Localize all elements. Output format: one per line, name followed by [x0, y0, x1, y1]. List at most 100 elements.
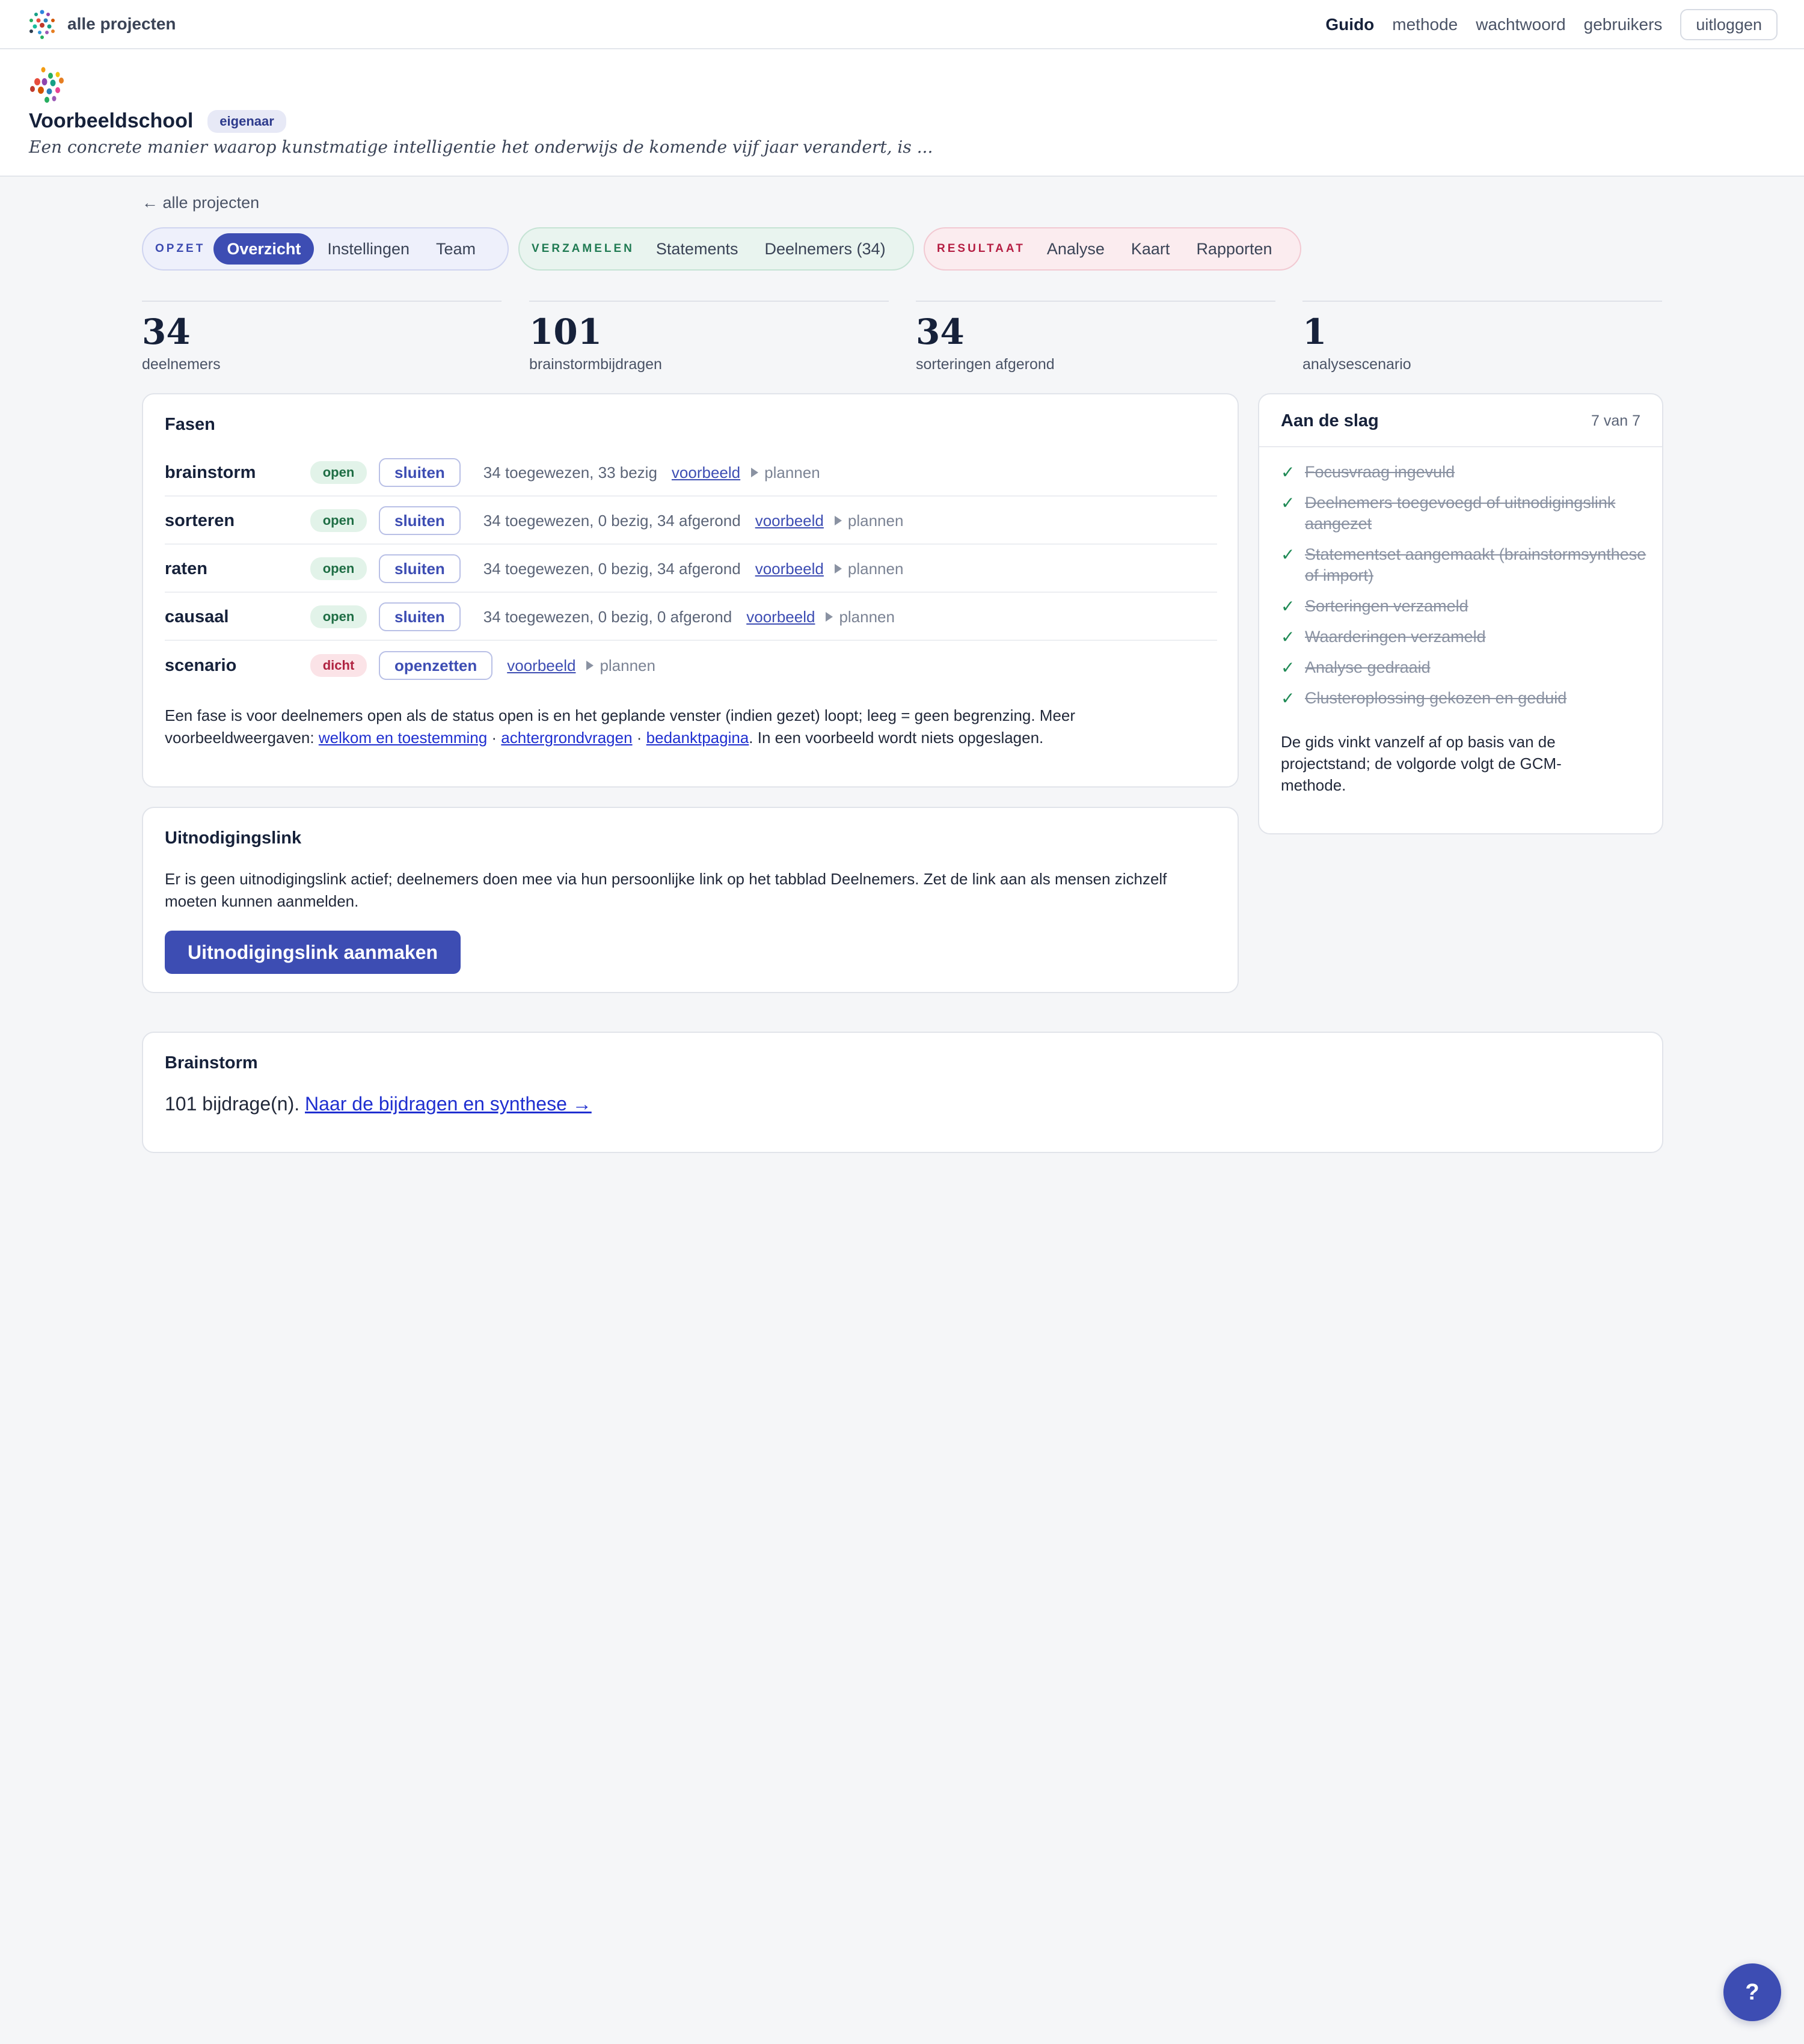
phase-progress-info: 34 toegewezen, 33 bezig [483, 463, 657, 482]
phase-name: scenario [165, 655, 237, 675]
guide-item-label: Analyse gedraaid [1305, 658, 1431, 676]
phase-status-badge: dicht [310, 654, 367, 677]
phase-row-brainstorm: brainstorm open sluiten 34 toegewezen, 3… [165, 450, 1217, 497]
phase-name: brainstorm [165, 462, 256, 482]
phase-preview-link[interactable]: voorbeeld [755, 512, 824, 530]
guide-checklist: ✓ Focusvraag ingevuld ✓ Deelnemers toegevo… [1281, 462, 1648, 718]
stat-value: 101 [529, 311, 603, 352]
phase-row-sorteren: sorteren open sluiten 34 toegewezen, 0 b… [165, 498, 1217, 545]
guide-item: ✓ Statementset aangemaakt (brainstormsynt… [1281, 544, 1648, 586]
disclosure-triangle-icon [834, 516, 842, 525]
top-navigation: alle projecten Guido methode wachtwoord … [0, 0, 1804, 49]
guide-item-label: Sorteringen verzameld [1305, 597, 1468, 615]
guide-item: ✓ Sorteringen verzameld [1281, 596, 1648, 617]
create-invite-link-button[interactable]: Uitnodigingslink aanmaken [165, 931, 461, 974]
help-button[interactable]: ? [1723, 1963, 1781, 2021]
phase-status-badge: open [310, 509, 367, 532]
tabgroup-resultaat: RESULTAAT Analyse Kaart Rapporten [924, 227, 1301, 271]
check-icon: ✓ [1281, 689, 1295, 708]
logout-button[interactable]: uitloggen [1680, 9, 1778, 40]
phase-plan-toggle[interactable]: plannen [586, 656, 655, 675]
guide-note: De gids vinkt vanzelf af op basis van de… [1281, 733, 1562, 794]
tab-overzicht[interactable]: Overzicht [213, 233, 314, 265]
disclosure-triangle-icon [751, 468, 759, 477]
check-icon: ✓ [1281, 463, 1295, 482]
guide-item-label: Statementset aangemaakt (brainstormsynth… [1305, 545, 1646, 584]
phase-plan-label: plannen [600, 656, 655, 675]
tab-team[interactable]: Team [423, 233, 489, 265]
tab-kaart[interactable]: Kaart [1118, 233, 1183, 265]
phase-open-button[interactable]: openzetten [379, 651, 493, 680]
note-separator: · [487, 729, 502, 747]
back-to-projects-link[interactable]: ← alle projecten [142, 194, 259, 212]
project-title: Voorbeeldschool [29, 109, 194, 132]
tabgroup-opzet: OPZET Overzicht Instellingen Team [142, 227, 509, 271]
phase-name: sorteren [165, 510, 235, 530]
focus-question: Een concrete manier waarop kunstmatige i… [29, 137, 933, 157]
nav-link-wachtwoord[interactable]: wachtwoord [1476, 15, 1565, 34]
note-separator: · [632, 729, 646, 747]
brand-logo-icon [29, 10, 55, 39]
phase-plan-toggle[interactable]: plannen [751, 464, 820, 482]
phase-status-badge: open [310, 557, 367, 580]
check-icon: ✓ [1281, 597, 1295, 616]
phase-plan-toggle[interactable]: plannen [834, 511, 904, 530]
tab-instellingen[interactable]: Instellingen [314, 233, 423, 265]
guide-item-label: Clusteroplossing gekozen en geduid [1305, 689, 1567, 707]
brand-label: alle projecten [67, 14, 176, 33]
phase-plan-toggle[interactable]: plannen [834, 559, 904, 578]
tabgroup-label-opzet: OPZET [155, 242, 206, 255]
invite-link-card: Uitnodigingslink Er is geen uitnodigings… [142, 807, 1239, 993]
phases-note: Een fase is voor deelnemers open als de … [165, 705, 1223, 749]
tab-rapporten[interactable]: Rapporten [1183, 233, 1285, 265]
guide-progress-count: 7 van 7 [1591, 412, 1640, 429]
guide-item: ✓ Waarderingen verzameld [1281, 626, 1648, 647]
tab-deelnemers[interactable]: Deelnemers (34) [751, 233, 898, 265]
brainstorm-title: Brainstorm [165, 1053, 258, 1072]
guide-header: Aan de slag 7 van 7 [1259, 394, 1662, 447]
brainstorm-count: 101 bijdrage(n). [165, 1093, 305, 1115]
phase-row-raten: raten open sluiten 34 toegewezen, 0 bezi… [165, 546, 1217, 593]
phase-plan-toggle[interactable]: plannen [826, 608, 895, 626]
stat-label: brainstormbijdragen [529, 356, 662, 373]
brand-home-link[interactable]: alle projecten [26, 7, 176, 41]
brainstorm-summary: 101 bijdrage(n). Naar de bijdragen en sy… [165, 1093, 592, 1115]
project-logo-icon [30, 67, 64, 103]
phase-plan-label: plannen [847, 559, 904, 578]
phase-close-button[interactable]: sluiten [379, 458, 461, 487]
phase-preview-link[interactable]: voorbeeld [746, 608, 815, 626]
phase-close-button[interactable]: sluiten [379, 554, 461, 583]
tab-statements[interactable]: Statements [643, 233, 752, 265]
brainstorm-card: Brainstorm 101 bijdrage(n). Naar de bijd… [142, 1032, 1663, 1153]
phase-plan-label: plannen [764, 463, 820, 482]
phase-status-badge: open [310, 605, 367, 628]
phase-close-button[interactable]: sluiten [379, 602, 461, 631]
phase-progress-info: 34 toegewezen, 0 bezig, 34 afgerond [483, 559, 741, 578]
brainstorm-contributions-link[interactable]: Naar de bijdragen en synthese → [305, 1093, 592, 1115]
phase-progress-info: 34 toegewezen, 0 bezig, 34 afgerond [483, 511, 741, 530]
phase-close-button[interactable]: sluiten [379, 506, 461, 535]
guide-item-label: Focusvraag ingevuld [1305, 463, 1455, 481]
phase-plan-label: plannen [847, 511, 904, 530]
stat-analysescenario: 1 analysescenario [1302, 301, 1662, 373]
tab-analyse[interactable]: Analyse [1034, 233, 1118, 265]
preview-link-welkom[interactable]: welkom en toestemming [319, 729, 487, 747]
guide-item-label: Waarderingen verzameld [1305, 628, 1486, 646]
phase-plan-label: plannen [839, 607, 895, 626]
check-icon: ✓ [1281, 628, 1295, 646]
invite-title: Uitnodigingslink [165, 828, 302, 848]
nav-link-methode[interactable]: methode [1392, 15, 1458, 34]
nav-user-name[interactable]: Guido [1325, 15, 1374, 34]
phases-card: Fasen brainstorm open sluiten 34 toegewe… [142, 393, 1239, 788]
phase-name: causaal [165, 607, 229, 626]
preview-link-bedanktpagina[interactable]: bedanktpagina [646, 729, 749, 747]
preview-link-achtergrondvragen[interactable]: achtergrondvragen [501, 729, 632, 747]
disclosure-triangle-icon [586, 661, 594, 670]
guide-title: Aan de slag [1281, 411, 1379, 430]
phase-preview-link[interactable]: voorbeeld [507, 656, 575, 675]
nav-link-gebruikers[interactable]: gebruikers [1584, 15, 1663, 34]
phase-preview-link[interactable]: voorbeeld [755, 560, 824, 578]
guide-item: ✓ Deelnemers toegevoegd of uitnodigingsli… [1281, 492, 1648, 534]
phase-progress-info: 34 toegewezen, 0 bezig, 0 afgerond [483, 607, 732, 626]
phase-preview-link[interactable]: voorbeeld [672, 464, 740, 482]
